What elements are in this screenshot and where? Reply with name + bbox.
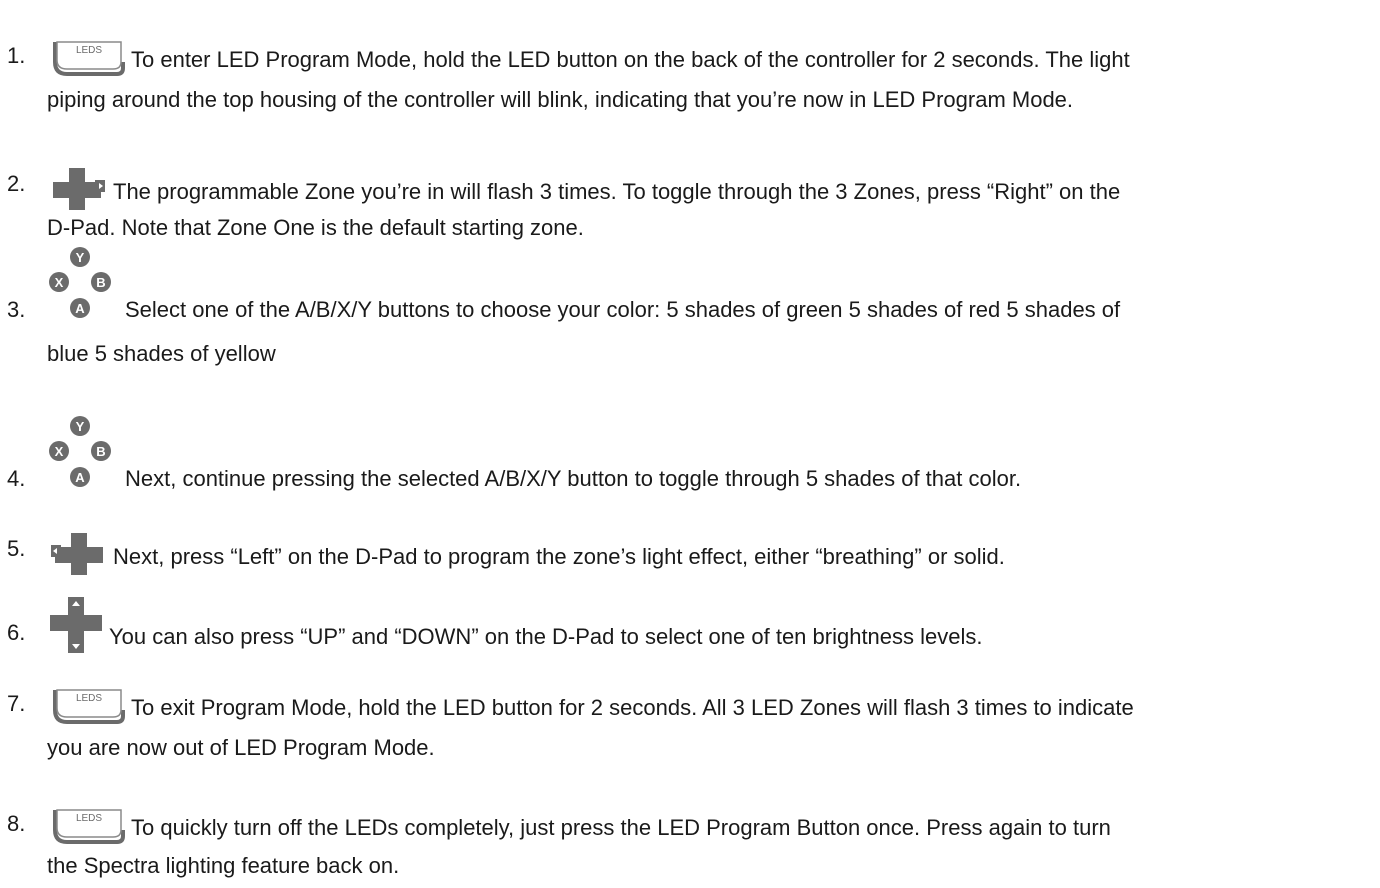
step-line: LEDS To quickly turn off the LEDs comple…	[47, 806, 1111, 846]
step-line: D-Pad. Note that Zone One is the default…	[47, 210, 584, 246]
step-text: Next, press “Left” on the D-Pad to progr…	[113, 544, 1005, 569]
step-line: Y X B A Select one of the A/B/X/Y button…	[47, 247, 1121, 328]
step-line: Y X B A Next, continue pressing the sele…	[47, 416, 1022, 497]
step-number: 1.	[7, 43, 26, 68]
step-3: 3. Y X B A Select one of the A/B/X/Y but…	[0, 242, 1380, 368]
leds-button-icon: LEDS	[47, 686, 127, 726]
step-text: To exit Program Mode, hold the LED butto…	[131, 695, 1134, 720]
step-line: The programmable Zone you’re in will fla…	[47, 166, 1120, 210]
step-line: blue 5 shades of yellow	[47, 336, 276, 372]
step-text: Select one of the A/B/X/Y buttons to cho…	[125, 297, 1121, 322]
svg-text:B: B	[96, 275, 105, 290]
step-text: To quickly turn off the LEDs completely,…	[131, 815, 1111, 840]
step-line: the Spectra lighting feature back on.	[47, 848, 399, 884]
step-text: the Spectra lighting feature back on.	[47, 853, 400, 878]
step-number: 6.	[7, 620, 26, 645]
step-text: piping around the top housing of the con…	[47, 87, 1074, 112]
leds-label: LEDS	[76, 45, 102, 56]
dpad-left-icon	[47, 531, 109, 575]
step-text: blue 5 shades of yellow	[47, 341, 276, 366]
step-number: 4.	[7, 466, 26, 491]
step-8: 8. LEDS To quickly turn off the LEDs com…	[0, 772, 1380, 888]
dpad-right-icon	[47, 166, 109, 210]
abxy-buttons-icon: Y X B A	[47, 416, 113, 497]
leds-label: LEDS	[76, 693, 102, 704]
step-1: 1. LEDS To enter LED Program Mode, hold …	[0, 0, 1380, 120]
svg-text:X: X	[55, 444, 64, 459]
leds-button-icon: LEDS	[47, 806, 127, 846]
step-line: you are now out of LED Program Mode.	[47, 730, 435, 766]
step-4: 4. Y X B A Next, continue pressing the s…	[0, 368, 1380, 498]
svg-text:X: X	[55, 275, 64, 290]
svg-text:Y: Y	[76, 250, 85, 265]
svg-text:B: B	[96, 444, 105, 459]
step-5: 5. Next, press “Left” on the D-Pad to pr…	[0, 498, 1380, 578]
step-text: you are now out of LED Program Mode.	[47, 735, 435, 760]
step-2: 2. The programmable Zone you’re in will …	[0, 120, 1380, 242]
leds-label: LEDS	[76, 813, 102, 824]
step-number: 5.	[7, 536, 26, 561]
abxy-buttons-icon: Y X B A	[47, 247, 113, 328]
step-text: D-Pad. Note that Zone One is the default…	[47, 215, 584, 240]
step-line: LEDS To enter LED Program Mode, hold the…	[47, 38, 1130, 78]
step-6: 6. You can also press “UP” and “DOWN” on…	[0, 578, 1380, 654]
step-text: To enter LED Program Mode, hold the LED …	[131, 47, 1130, 72]
step-number: 8.	[7, 811, 26, 836]
instructions-document: 1. LEDS To enter LED Program Mode, hold …	[0, 0, 1380, 888]
step-line: Next, press “Left” on the D-Pad to progr…	[47, 531, 1005, 575]
step-line: piping around the top housing of the con…	[47, 82, 1073, 118]
step-number: 7.	[7, 691, 26, 716]
svg-text:Y: Y	[76, 419, 85, 434]
svg-text:A: A	[75, 301, 85, 316]
step-number: 3.	[7, 297, 26, 322]
step-number: 2.	[7, 171, 26, 196]
svg-text:A: A	[75, 470, 85, 485]
dpad-up-down-icon	[47, 597, 105, 655]
step-text: Next, continue pressing the selected A/B…	[125, 466, 1022, 491]
leds-button-icon: LEDS	[47, 38, 127, 78]
step-line: You can also press “UP” and “DOWN” on th…	[47, 597, 983, 655]
step-7: 7. LEDS To exit Program Mode, hold the L…	[0, 654, 1380, 772]
step-line: LEDS To exit Program Mode, hold the LED …	[47, 686, 1134, 726]
step-text: The programmable Zone you’re in will fla…	[113, 179, 1121, 204]
step-text: You can also press “UP” and “DOWN” on th…	[109, 624, 983, 649]
